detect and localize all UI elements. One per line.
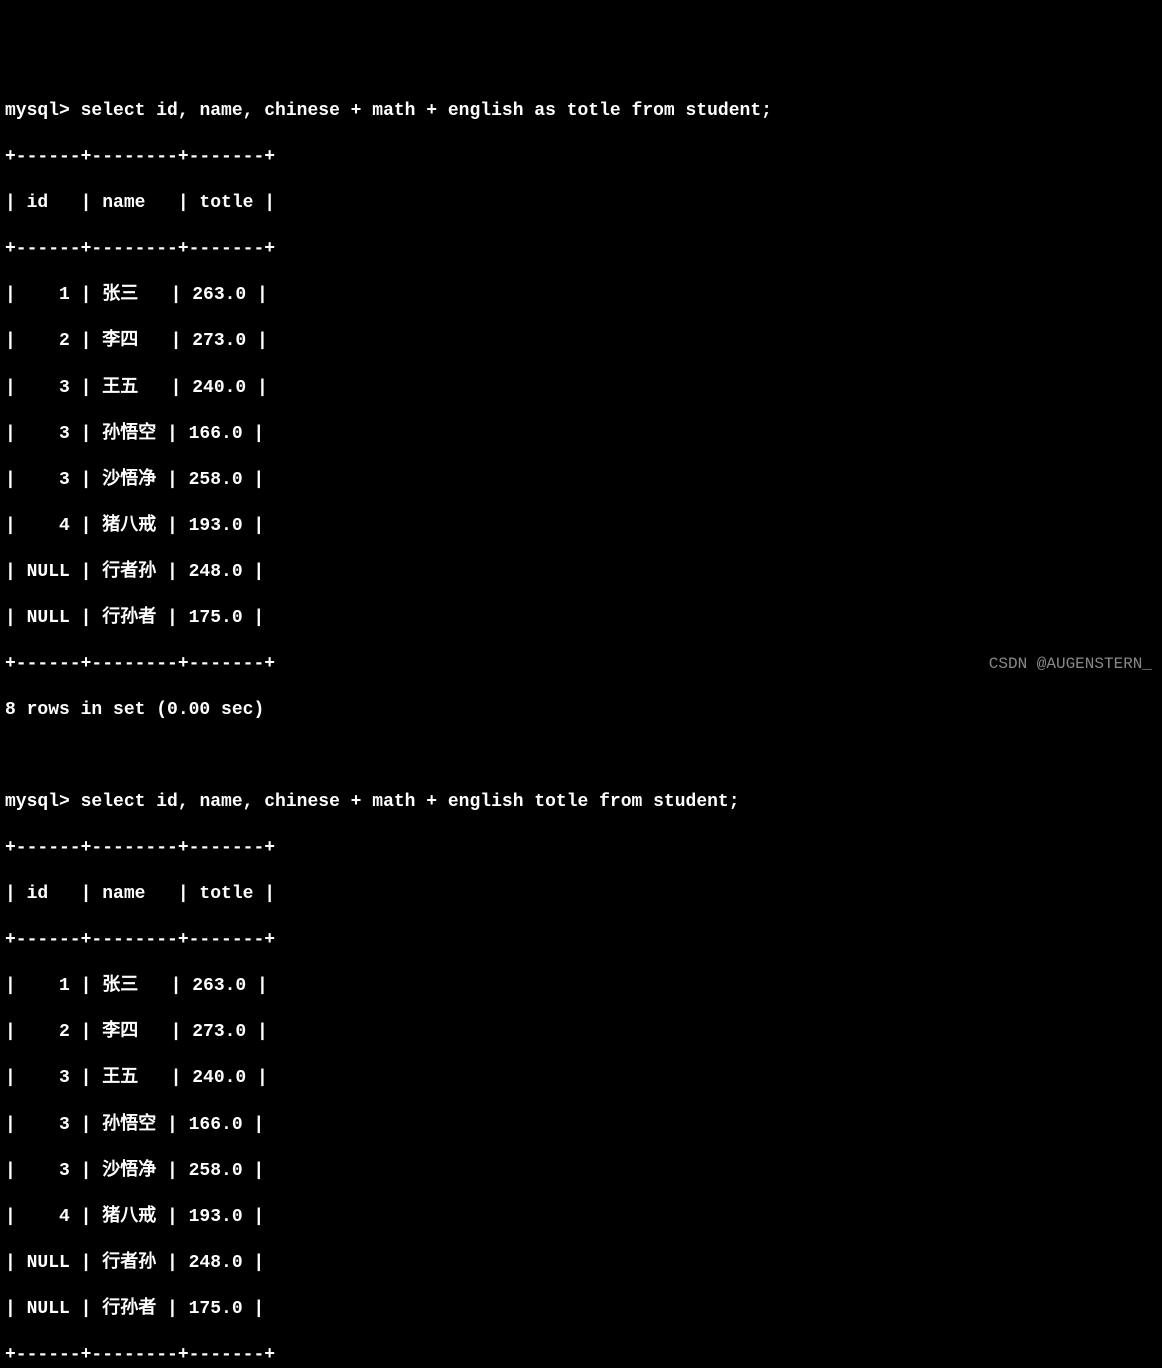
table-border-bottom: +------+--------+-------+ [5,1344,1157,1367]
table-row: | 4 | 猪八戒 | 193.0 | [5,515,1157,538]
query-line-1[interactable]: mysql> select id, name, chinese + math +… [5,100,1157,123]
table-row: | NULL | 行孙者 | 175.0 | [5,607,1157,630]
table-row: | 2 | 李四 | 273.0 | [5,1021,1157,1044]
table-row: | NULL | 行者孙 | 248.0 | [5,1252,1157,1275]
table-border-mid: +------+--------+-------+ [5,929,1157,952]
result-footer: 8 rows in set (0.00 sec) [5,699,1157,722]
query-line-2[interactable]: mysql> select id, name, chinese + math +… [5,791,1157,814]
table-row: | 1 | 张三 | 263.0 | [5,975,1157,998]
table-row: | 3 | 孙悟空 | 166.0 | [5,423,1157,446]
table-header: | id | name | totle | [5,192,1157,215]
table-row: | 2 | 李四 | 273.0 | [5,330,1157,353]
table-row: | NULL | 行孙者 | 175.0 | [5,1298,1157,1321]
sql-command: select id, name, chinese + math + englis… [81,101,772,121]
table-border-mid: +------+--------+-------+ [5,238,1157,261]
table-border-top: +------+--------+-------+ [5,146,1157,169]
table-row: | 3 | 沙悟净 | 258.0 | [5,469,1157,492]
table-row: | 1 | 张三 | 263.0 | [5,284,1157,307]
table-row: | 3 | 王五 | 240.0 | [5,1067,1157,1090]
sql-command: select id, name, chinese + math + englis… [81,792,740,812]
table-row: | 3 | 沙悟净 | 258.0 | [5,1160,1157,1183]
table-row: | 4 | 猪八戒 | 193.0 | [5,1206,1157,1229]
table-header: | id | name | totle | [5,883,1157,906]
table-row: | 3 | 王五 | 240.0 | [5,377,1157,400]
mysql-prompt: mysql> [5,101,81,121]
watermark: CSDN @AUGENSTERN_ [989,654,1152,674]
table-border-bottom: +------+--------+-------+ [5,653,1157,676]
table-row: | NULL | 行者孙 | 248.0 | [5,561,1157,584]
table-row: | 3 | 孙悟空 | 166.0 | [5,1114,1157,1137]
mysql-prompt: mysql> [5,792,81,812]
table-border-top: +------+--------+-------+ [5,837,1157,860]
blank-line [5,745,1157,768]
